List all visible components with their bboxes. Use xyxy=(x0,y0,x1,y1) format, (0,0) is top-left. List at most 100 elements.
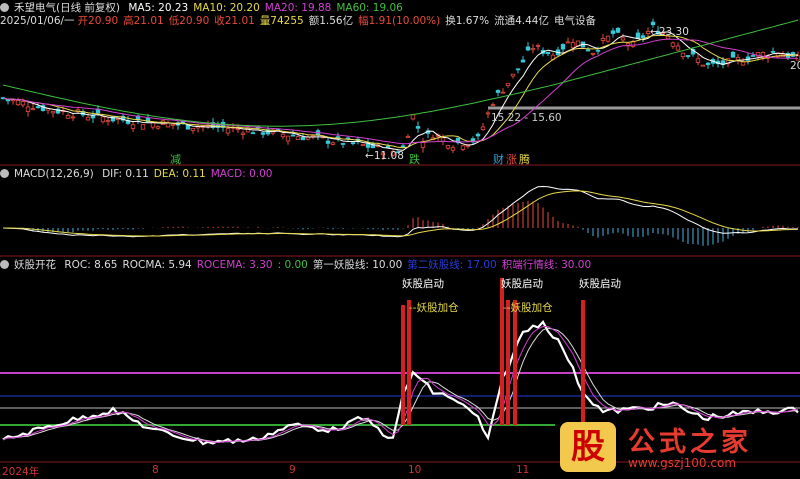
x-axis-label: 10 xyxy=(408,464,422,476)
signal-bar xyxy=(506,300,510,425)
x-axis-label: 9 xyxy=(289,464,296,476)
dea-line xyxy=(3,190,799,237)
signal-bar xyxy=(581,300,585,425)
quote-value: 幅1.91(10.00%) xyxy=(358,15,441,27)
candle-body xyxy=(610,30,616,34)
candle-body xyxy=(25,106,31,113)
candle-body xyxy=(280,133,286,138)
candle-body xyxy=(545,51,551,55)
signal-tag: 涨 xyxy=(506,153,517,166)
quote-value: 高21.01 xyxy=(123,15,164,27)
candle-body xyxy=(130,124,136,129)
quote-value: 额1.56亿 xyxy=(308,15,354,27)
candle-body xyxy=(595,49,601,52)
signal-tag: 财 xyxy=(493,153,504,166)
candle-body xyxy=(680,52,686,58)
quote-value: 开20.90 xyxy=(77,15,119,27)
signal-bar xyxy=(407,300,411,425)
signal-bar xyxy=(401,305,405,425)
candle-body xyxy=(530,48,536,51)
candle-body xyxy=(620,37,626,41)
indicator-value: 积端行情线: 30.00 xyxy=(501,259,592,271)
macd-chart[interactable] xyxy=(2,185,799,246)
candle-body xyxy=(605,35,611,42)
candle-body xyxy=(15,99,21,106)
candle-body xyxy=(250,132,256,135)
ma-value: MA60: 19.06 xyxy=(336,2,403,14)
candle-body xyxy=(730,51,736,58)
candle-body xyxy=(520,59,526,63)
macd-value: DEA: 0.11 xyxy=(153,168,206,180)
candle-body xyxy=(600,37,606,41)
indicator-value: ROC: 8.65 xyxy=(64,259,118,271)
candle-body xyxy=(525,46,531,51)
candle-body xyxy=(670,42,676,47)
signal-tag: 腾 xyxy=(519,153,530,166)
macd-value: MACD: 0.00 xyxy=(210,168,273,180)
candle-body xyxy=(615,27,621,33)
candle-body xyxy=(460,145,466,150)
signal-annotation: 妖股启动 xyxy=(402,278,444,290)
candle-body xyxy=(350,142,356,145)
price-header: 禾望电气(日线 前复权) MA5: 20.23 MA10: 20.20 MA20: … xyxy=(0,1,413,15)
price-chart[interactable] xyxy=(0,18,800,160)
signal-tag: 减 xyxy=(170,153,181,166)
candle-body xyxy=(190,128,196,131)
candle-body xyxy=(155,126,161,129)
candle-body xyxy=(5,99,11,102)
watermark-seal: 股 xyxy=(560,422,616,472)
quote-value: 收21.01 xyxy=(214,15,255,27)
indicator-value: 第一妖股线: 10.00 xyxy=(312,259,403,271)
signal-bar xyxy=(513,300,517,425)
signal-annotation: --妖股加仓 xyxy=(409,302,459,314)
candle-body xyxy=(290,134,296,137)
dif-line xyxy=(2,185,799,238)
candle-body xyxy=(570,42,576,49)
chart-canvas[interactable] xyxy=(0,0,800,478)
candle-body xyxy=(590,52,596,55)
indicator-value: : 0.00 xyxy=(277,259,308,271)
candle-body xyxy=(35,106,41,109)
candle-body xyxy=(685,55,691,57)
quote-value: 低20.90 xyxy=(168,15,210,27)
candle-body xyxy=(170,124,176,126)
candle-body xyxy=(295,136,301,140)
macd-title: MACD(12,26,9) xyxy=(14,168,94,180)
candle-body xyxy=(405,136,411,138)
candle-body xyxy=(585,49,591,52)
settings-circle-icon[interactable] xyxy=(0,3,9,12)
candle-body xyxy=(560,44,566,50)
settings-circle-icon[interactable] xyxy=(0,260,9,269)
candle-body xyxy=(650,21,656,26)
indicator-value: 第二妖股线: 17.00 xyxy=(407,259,497,271)
signal-tag: 跌 xyxy=(409,153,420,166)
candle-body xyxy=(410,114,416,120)
candle-body xyxy=(420,141,426,148)
high-price-label: ←23.30 xyxy=(650,26,689,38)
candle-body xyxy=(360,143,366,146)
candle-body xyxy=(475,133,481,137)
candle-body xyxy=(490,104,496,107)
candle-body xyxy=(705,62,711,66)
x-axis-label: 2024年 xyxy=(2,466,40,478)
candle-body xyxy=(50,110,56,114)
settings-circle-icon[interactable] xyxy=(0,169,9,178)
candle-body xyxy=(445,145,451,149)
candle-body xyxy=(100,116,106,123)
candle-body xyxy=(640,35,646,39)
candle-body xyxy=(495,90,501,93)
candle-body xyxy=(385,145,391,148)
ma10-line xyxy=(2,34,799,149)
candle-body xyxy=(340,143,346,145)
candle-body xyxy=(770,51,776,53)
low-price-label: ←11.08 xyxy=(365,150,404,162)
candle-body xyxy=(70,116,76,119)
quote-value: 电气设备 xyxy=(553,15,596,27)
candle-body xyxy=(505,82,511,86)
macd-value: DIF: 0.11 xyxy=(102,168,149,180)
candle-body xyxy=(30,108,36,111)
indicator-value: ROCEMA: 3.30 xyxy=(196,259,273,271)
candle-body xyxy=(750,55,756,57)
candle-body xyxy=(740,61,746,66)
stock-title: 禾望电气(日线 前复权) xyxy=(14,2,121,14)
